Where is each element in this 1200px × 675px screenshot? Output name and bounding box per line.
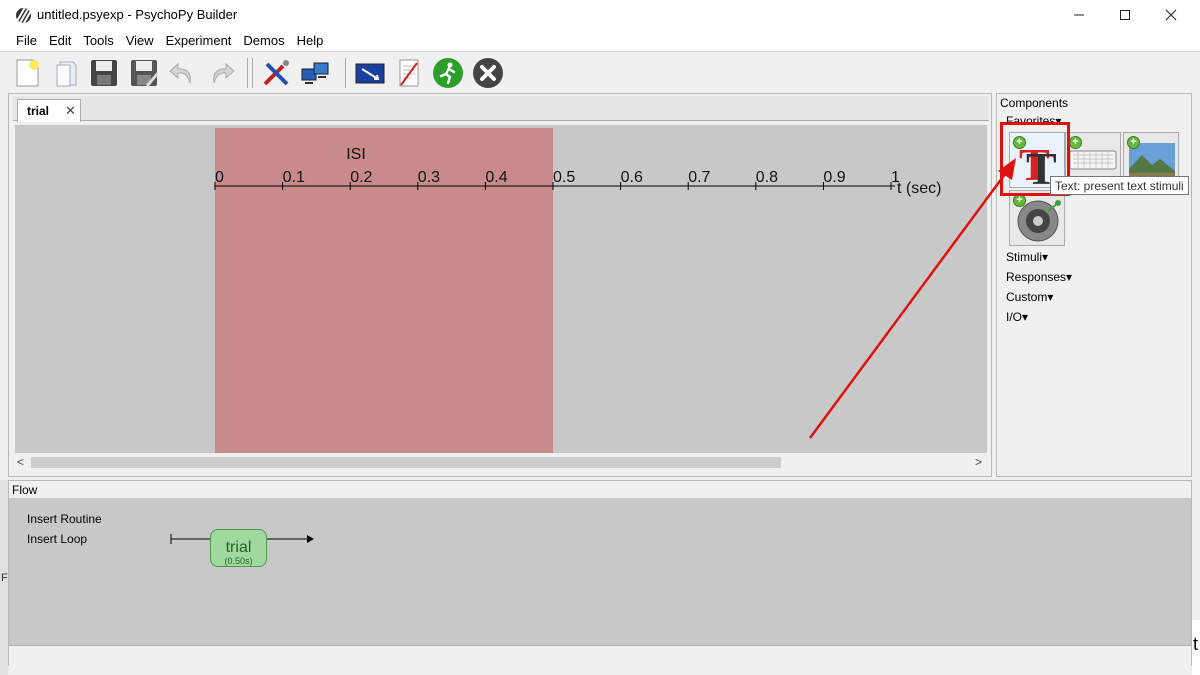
timeline-tick-label: 0.5 (553, 169, 575, 186)
tab-trial[interactable]: trial ✕ (17, 99, 81, 122)
timeline-tick-label: 0.7 (688, 169, 710, 186)
timeline: ISI 0 0.1 0.2 0.3 0.4 0.5 0.6 0.7 0.8 0.9 1 t (sec… (214, 128, 941, 453)
menu-bar: File Edit Tools View Experiment Demos He… (0, 30, 1200, 51)
toolbar-separator (247, 58, 248, 88)
tab-close-icon[interactable]: ✕ (65, 103, 76, 119)
routine-horizontal-scrollbar[interactable]: < > (15, 453, 987, 471)
preferences-icon[interactable] (260, 57, 292, 89)
timeline-tick-label: 0.9 (823, 169, 845, 186)
flow-routine-trial[interactable]: trial (0.50s) (210, 529, 267, 567)
toolbar-separator (252, 58, 253, 88)
flow-title-bar: Flow (9, 481, 1191, 498)
scroll-right-arrow-icon[interactable]: > (975, 453, 982, 471)
scrollbar-thumb[interactable] (31, 457, 781, 468)
redo-icon[interactable] (206, 57, 238, 89)
responses-label: Responses (1006, 270, 1067, 284)
io-category[interactable]: I/O▾ (1006, 310, 1028, 324)
routine-panel: trial ✕ ISI 0 0.1 0.2 0.3 0.4 0.5 0.6 0.7 0.8 0.9… (8, 93, 992, 477)
toolbar-separator (345, 58, 346, 88)
timeline-tick-label: 0 (215, 169, 224, 186)
status-bar (9, 645, 1191, 666)
timeline-tick-label: 0.2 (350, 169, 372, 186)
stop-icon[interactable] (472, 57, 504, 89)
window-title: untitled.psyexp - PsychoPy Builder (37, 7, 238, 22)
flow-routine-duration: (0.50s) (224, 556, 253, 566)
text-component-tooltip: Text: present text stimuli (1050, 176, 1189, 195)
flow-title: Flow (12, 483, 38, 497)
timeline-unit-label: t (sec) (897, 180, 941, 197)
run-icon[interactable] (432, 57, 464, 89)
background-window-text: F (1, 572, 8, 584)
flow-timeline (170, 534, 314, 544)
flow-panel: Flow Insert Routine Insert Loop trial (0… (8, 480, 1192, 666)
save-icon[interactable] (88, 57, 120, 89)
background-window-text: t (1193, 634, 1199, 654)
isi-component-label: ISI (346, 146, 366, 163)
menu-edit[interactable]: Edit (43, 30, 77, 51)
stimuli-label: Stimuli (1006, 250, 1043, 264)
menu-experiment[interactable]: Experiment (160, 30, 238, 51)
custom-category[interactable]: Custom▾ (1006, 290, 1053, 304)
timeline-tick-label: 0.3 (418, 169, 440, 186)
io-label: I/O (1006, 310, 1023, 324)
open-file-icon[interactable] (51, 57, 83, 89)
menu-view[interactable]: View (120, 30, 160, 51)
components-title: Components (1000, 96, 1069, 110)
add-icon: + (1069, 136, 1082, 149)
undo-icon[interactable] (166, 57, 198, 89)
toolbar (0, 51, 1200, 93)
new-file-icon[interactable] (11, 57, 43, 89)
custom-label: Custom (1006, 290, 1048, 304)
routine-canvas[interactable]: ISI 0 0.1 0.2 0.3 0.4 0.5 0.6 0.7 0.8 0.9 1 t (sec… (15, 125, 987, 453)
compile-script-icon[interactable] (393, 57, 425, 89)
experiment-settings-icon[interactable] (354, 57, 386, 89)
timeline-tick-label: 0.8 (756, 169, 778, 186)
minimize-button[interactable] (1056, 0, 1102, 30)
sound-component-button[interactable]: + (1009, 190, 1065, 246)
menu-tools[interactable]: Tools (77, 30, 119, 51)
menu-help[interactable]: Help (291, 30, 330, 51)
monitor-center-icon[interactable] (299, 57, 331, 89)
psychopy-logo-icon (16, 8, 31, 23)
timeline-tick-label: 0.1 (283, 169, 305, 186)
menu-file[interactable]: File (10, 30, 43, 51)
responses-category[interactable]: Responses▾ (1006, 270, 1072, 284)
timeline-tick-label: 0.4 (485, 169, 507, 186)
tab-label: trial (27, 104, 50, 118)
scroll-left-arrow-icon[interactable]: < (17, 453, 24, 471)
timeline-tick-label: 0.6 (621, 169, 643, 186)
stimuli-category[interactable]: Stimuli▾ (1006, 250, 1048, 264)
title-bar: untitled.psyexp - PsychoPy Builder (0, 0, 1200, 30)
close-button[interactable] (1148, 0, 1194, 30)
add-icon: + (1127, 136, 1140, 149)
routine-tab-bar: trial ✕ (13, 96, 989, 122)
psychopy-builder-window: untitled.psyexp - PsychoPy Builder File … (0, 0, 1200, 675)
flow-routine-name: trial (225, 539, 252, 556)
maximize-button[interactable] (1102, 0, 1148, 30)
menu-demos[interactable]: Demos (237, 30, 290, 51)
save-as-icon[interactable] (128, 57, 160, 89)
